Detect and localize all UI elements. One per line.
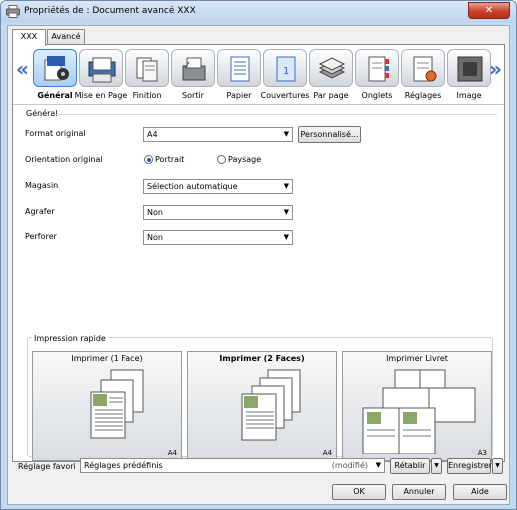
punch-select[interactable]: Non ▼ (143, 230, 293, 245)
general-icon (33, 49, 77, 87)
ok-button[interactable]: OK (332, 484, 386, 500)
close-button[interactable]: ✕ (468, 2, 510, 19)
window-title: Propriétés de : Document avancé XXX (24, 6, 196, 16)
chevron-down-icon: ▼ (283, 208, 289, 216)
format-select[interactable]: A4 ▼ (143, 127, 293, 142)
title-bar[interactable]: Propriétés de : Document avancé XXX ✕ (1, 1, 516, 23)
staple-label: Agrafer (25, 207, 55, 216)
card-size: A3 (477, 449, 487, 457)
tab-content: « Général Mise en Page Finition Sortir P… (12, 44, 505, 462)
punch-label: Perforer (25, 232, 57, 241)
tab-avance[interactable]: Avancé (47, 29, 85, 44)
per-page-icon (309, 49, 353, 87)
save-button[interactable]: Enregistrer (447, 458, 492, 474)
pages-2-sides-icon (241, 369, 301, 441)
dialog-client: XXX Avancé « Général Mise en Page Finiti… (7, 25, 510, 505)
quick-print-title: Impression rapide (32, 334, 108, 343)
printer-icon (6, 5, 20, 18)
staple-value: Non (147, 208, 163, 217)
output-icon (171, 49, 215, 87)
card-size: A4 (322, 449, 332, 457)
format-label: Format original (25, 129, 86, 138)
tray-value: Sélection automatique (147, 182, 238, 191)
card-label: Imprimer Livret (386, 354, 448, 363)
staple-select[interactable]: Non ▼ (143, 205, 293, 220)
covers-icon: 1 (263, 49, 307, 87)
ribbon-item-image[interactable]: Image (445, 49, 493, 101)
group-divider (53, 114, 497, 115)
tray-label: Magasin (25, 181, 59, 190)
card-label: Imprimer (1 Face) (71, 354, 143, 363)
chevron-down-icon: ▼ (283, 233, 289, 241)
cancel-button[interactable]: Annuler (392, 484, 446, 500)
paper-icon (217, 49, 261, 87)
card-label: Imprimer (2 Faces) (219, 354, 305, 363)
favorite-value: Réglages prédéfinis (84, 461, 163, 470)
portrait-radio[interactable] (144, 155, 153, 164)
tabs-icon (355, 49, 399, 87)
quick-print-booklet[interactable]: Imprimer Livret A3 (342, 351, 492, 461)
ribbon-next-arrow[interactable]: » (489, 59, 502, 79)
svg-text:1: 1 (283, 66, 289, 77)
finishing-icon (125, 49, 169, 87)
properties-window: Propriétés de : Document avancé XXX ✕ XX… (0, 0, 517, 510)
settings-icon (401, 49, 445, 87)
landscape-radio[interactable] (217, 155, 226, 164)
ribbon-prev-arrow[interactable]: « (16, 59, 29, 79)
favorite-select[interactable]: Réglages prédéfinis (modifié) ▼ (80, 458, 385, 473)
chevron-down-icon: ▼ (375, 461, 381, 469)
feature-ribbon: « Général Mise en Page Finition Sortir P… (13, 45, 504, 105)
card-size: A4 (167, 449, 177, 457)
pages-1-side-icon (90, 369, 144, 439)
chevron-down-icon: ▼ (283, 130, 289, 138)
layout-icon (79, 49, 123, 87)
orientation-label: Orientation original (25, 155, 103, 164)
save-dropdown-button[interactable]: ▼ (492, 458, 503, 474)
chevron-down-icon: ▼ (283, 182, 289, 190)
tray-select[interactable]: Sélection automatique ▼ (143, 179, 293, 194)
punch-value: Non (147, 233, 163, 242)
portrait-label: Portrait (155, 155, 185, 164)
landscape-label: Paysage (228, 155, 262, 164)
quick-print-1-side[interactable]: Imprimer (1 Face) A4 (32, 351, 182, 461)
restore-button[interactable]: Rétablir (390, 458, 430, 474)
tab-xxx[interactable]: XXX (12, 29, 46, 46)
restore-dropdown-button[interactable]: ▼ (431, 458, 442, 474)
ribbon-item-label: Image (456, 91, 482, 100)
custom-size-button[interactable]: Personnalisé... (298, 126, 361, 143)
favorite-label: Réglage favori (18, 462, 76, 471)
favorite-modified: (modifié) (331, 461, 368, 470)
help-button[interactable]: Aide (453, 484, 507, 500)
pages-booklet-icon (362, 369, 476, 454)
quick-print-2-sides[interactable]: Imprimer (2 Faces) A4 (187, 351, 337, 461)
format-value: A4 (147, 130, 158, 139)
image-icon (447, 49, 491, 87)
